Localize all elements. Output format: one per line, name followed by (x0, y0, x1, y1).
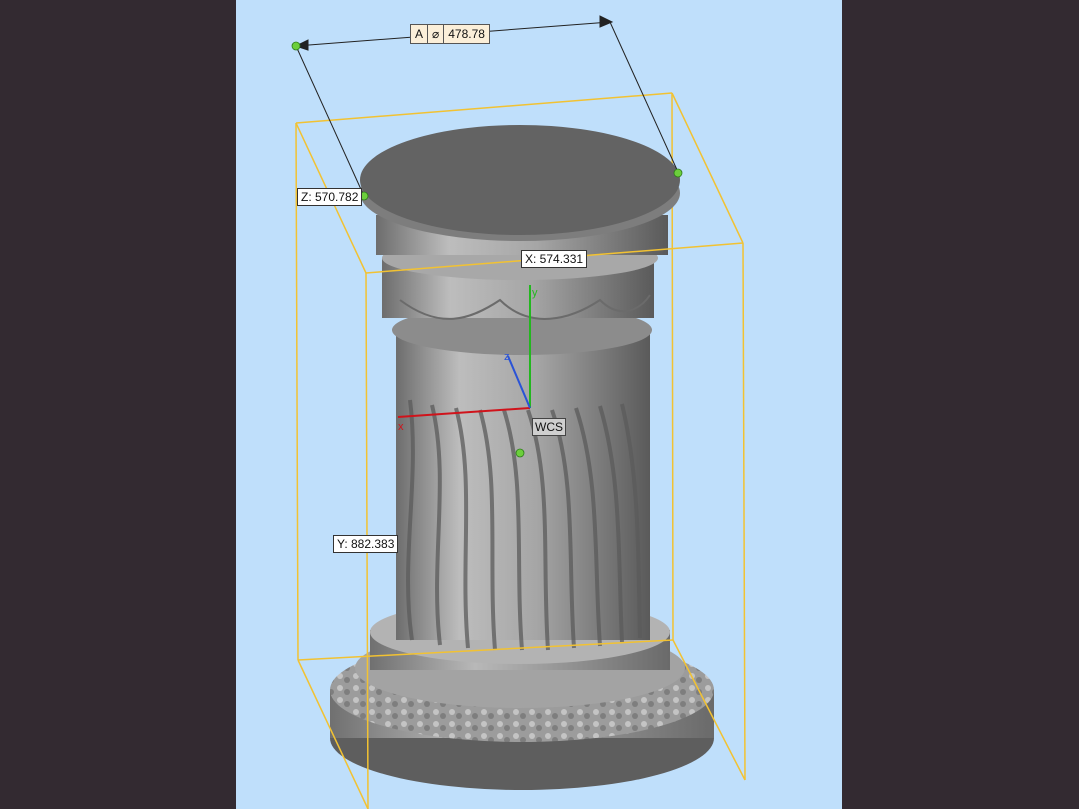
scene-overlay: x y z (291, 15, 746, 809)
column-model (330, 125, 714, 790)
measurement-z-label[interactable]: Z: 570.782 (297, 188, 363, 206)
diameter-value: 478.78 (448, 27, 485, 41)
measure-point-left (291, 41, 301, 51)
diameter-letter: A (411, 25, 429, 43)
axis-z-label: z (504, 351, 510, 363)
axis-y-label: y (532, 287, 538, 299)
diameter-symbol: ⌀ (428, 25, 445, 43)
axis-x-label: x (398, 421, 404, 433)
measurement-x-label[interactable]: X: 574.331 (521, 250, 588, 268)
diameter-label[interactable]: A ⌀ 478.78 (410, 24, 490, 44)
measure-point-rim-right (673, 168, 683, 178)
measurement-y-label[interactable]: Y: 882.383 (333, 535, 399, 553)
measure-point-center (515, 448, 525, 458)
wcs-label: WCS (532, 418, 566, 436)
